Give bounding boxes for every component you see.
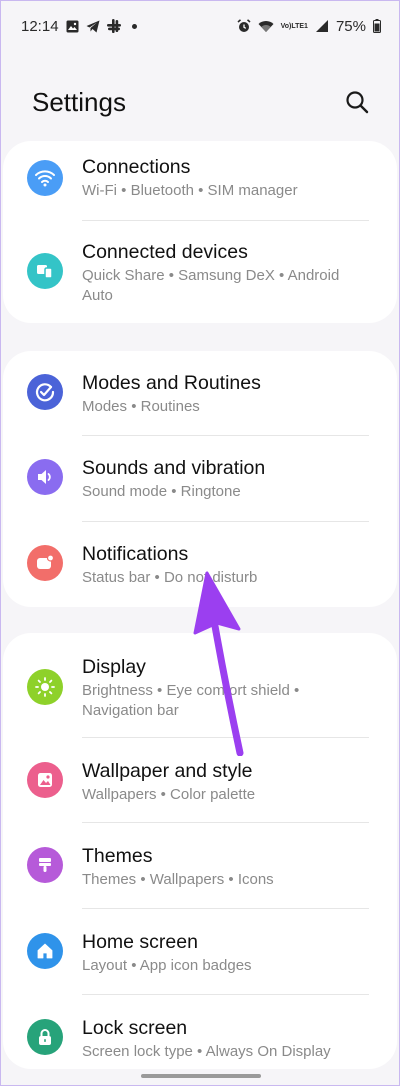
search-button[interactable]: [343, 88, 371, 116]
wifi-status-icon: [258, 20, 274, 33]
item-title: Home screen: [82, 931, 198, 953]
gesture-home-bar[interactable]: [141, 1074, 261, 1078]
image-icon: [27, 762, 63, 798]
item-subtitle: Layout • App icon badges: [82, 957, 252, 974]
item-title: Wallpaper and style: [82, 760, 253, 782]
lock-icon: [27, 1019, 63, 1055]
more-notifications-dot: [131, 23, 137, 29]
gallery-notification-icon: [66, 20, 79, 33]
wifi-icon: [27, 160, 63, 196]
item-subtitle: Wallpapers • Color palette: [82, 786, 256, 803]
settings-item-connected-devices[interactable]: Connected devices Quick Share • Samsung …: [3, 221, 397, 321]
check-circle-icon: [27, 374, 63, 410]
item-subtitle: Status bar • Do not disturb: [82, 569, 258, 586]
settings-group-display: Display Brightness • Eye comfort shield …: [3, 633, 397, 1069]
item-text: Wallpaper and style Wallpapers • Color p…: [82, 758, 369, 805]
signal-icon: [315, 19, 329, 33]
home-icon: [27, 933, 63, 969]
status-time: 12:14: [21, 17, 59, 35]
settings-item-notifications[interactable]: Notifications Status bar • Do not distur…: [3, 522, 397, 607]
notification-icon: [27, 545, 63, 581]
settings-group-connections: Connections Wi-Fi • Bluetooth • SIM mana…: [3, 141, 397, 323]
item-subtitle: Screen lock type • Always On Display: [82, 1043, 331, 1060]
item-subtitle: Brightness • Eye comfort shield • Naviga…: [82, 682, 300, 719]
item-subtitle: Quick Share • Samsung DeX • Android Auto: [82, 267, 340, 304]
status-bar-right: Vo) LTE1 75%: [237, 18, 381, 35]
item-text: Themes Themes • Wallpapers • Icons: [82, 843, 369, 890]
battery-percent: 75%: [335, 17, 366, 35]
slack-notification-icon: [106, 19, 121, 33]
item-title: Lock screen: [82, 1017, 188, 1039]
item-title: Notifications: [82, 543, 189, 565]
item-text: Modes and Routines Modes • Routines: [82, 370, 369, 417]
item-title: Connected devices: [82, 241, 248, 263]
brush-icon: [27, 847, 63, 883]
item-text: Home screen Layout • App icon badges: [82, 929, 369, 976]
settings-item-home-screen[interactable]: Home screen Layout • App icon badges: [3, 909, 397, 995]
settings-item-themes[interactable]: Themes Themes • Wallpapers • Icons: [3, 823, 397, 909]
item-subtitle: Modes • Routines: [82, 398, 200, 415]
lte-label: LTE1: [291, 22, 308, 30]
devices-icon: [27, 253, 63, 289]
item-text: Connections Wi-Fi • Bluetooth • SIM mana…: [82, 154, 369, 201]
item-text: Lock screen Screen lock type • Always On…: [82, 1015, 369, 1062]
telegram-notification-icon: [86, 20, 100, 33]
item-text: Display Brightness • Eye comfort shield …: [82, 654, 369, 721]
item-title: Sounds and vibration: [82, 457, 266, 479]
battery-icon: [373, 19, 381, 33]
item-subtitle: Wi-Fi • Bluetooth • SIM manager: [82, 182, 298, 199]
item-subtitle: Themes • Wallpapers • Icons: [82, 871, 274, 888]
page-title: Settings: [32, 86, 126, 117]
item-title: Themes: [82, 845, 153, 867]
settings-item-display[interactable]: Display Brightness • Eye comfort shield …: [3, 633, 397, 738]
item-title: Connections: [82, 156, 191, 178]
speaker-icon: [27, 459, 63, 495]
item-text: Notifications Status bar • Do not distur…: [82, 541, 369, 588]
item-title: Modes and Routines: [82, 372, 261, 394]
settings-item-lock-screen[interactable]: Lock screen Screen lock type • Always On…: [3, 995, 397, 1069]
alarm-icon: [237, 19, 251, 33]
settings-item-wallpaper-and-style[interactable]: Wallpaper and style Wallpapers • Color p…: [3, 738, 397, 823]
item-text: Sounds and vibration Sound mode • Ringto…: [82, 455, 369, 502]
volte-icon: Vo) LTE1: [281, 23, 308, 30]
settings-item-sounds-and-vibration[interactable]: Sounds and vibration Sound mode • Ringto…: [3, 436, 397, 522]
volte-label: Vo): [280, 22, 292, 30]
item-title: Display: [82, 656, 146, 678]
status-bar: 12:14 Vo) LTE1 75%: [1, 1, 399, 51]
search-icon: [346, 91, 369, 114]
sun-icon: [27, 669, 63, 705]
item-text: Connected devices Quick Share • Samsung …: [82, 239, 369, 306]
settings-group-modes: Modes and Routines Modes • Routines Soun…: [3, 351, 397, 607]
settings-item-modes-and-routines[interactable]: Modes and Routines Modes • Routines: [3, 351, 397, 436]
settings-item-connections[interactable]: Connections Wi-Fi • Bluetooth • SIM mana…: [3, 141, 397, 221]
header: Settings: [1, 79, 399, 125]
status-bar-left: 12:14: [21, 18, 137, 35]
item-subtitle: Sound mode • Ringtone: [82, 483, 241, 500]
